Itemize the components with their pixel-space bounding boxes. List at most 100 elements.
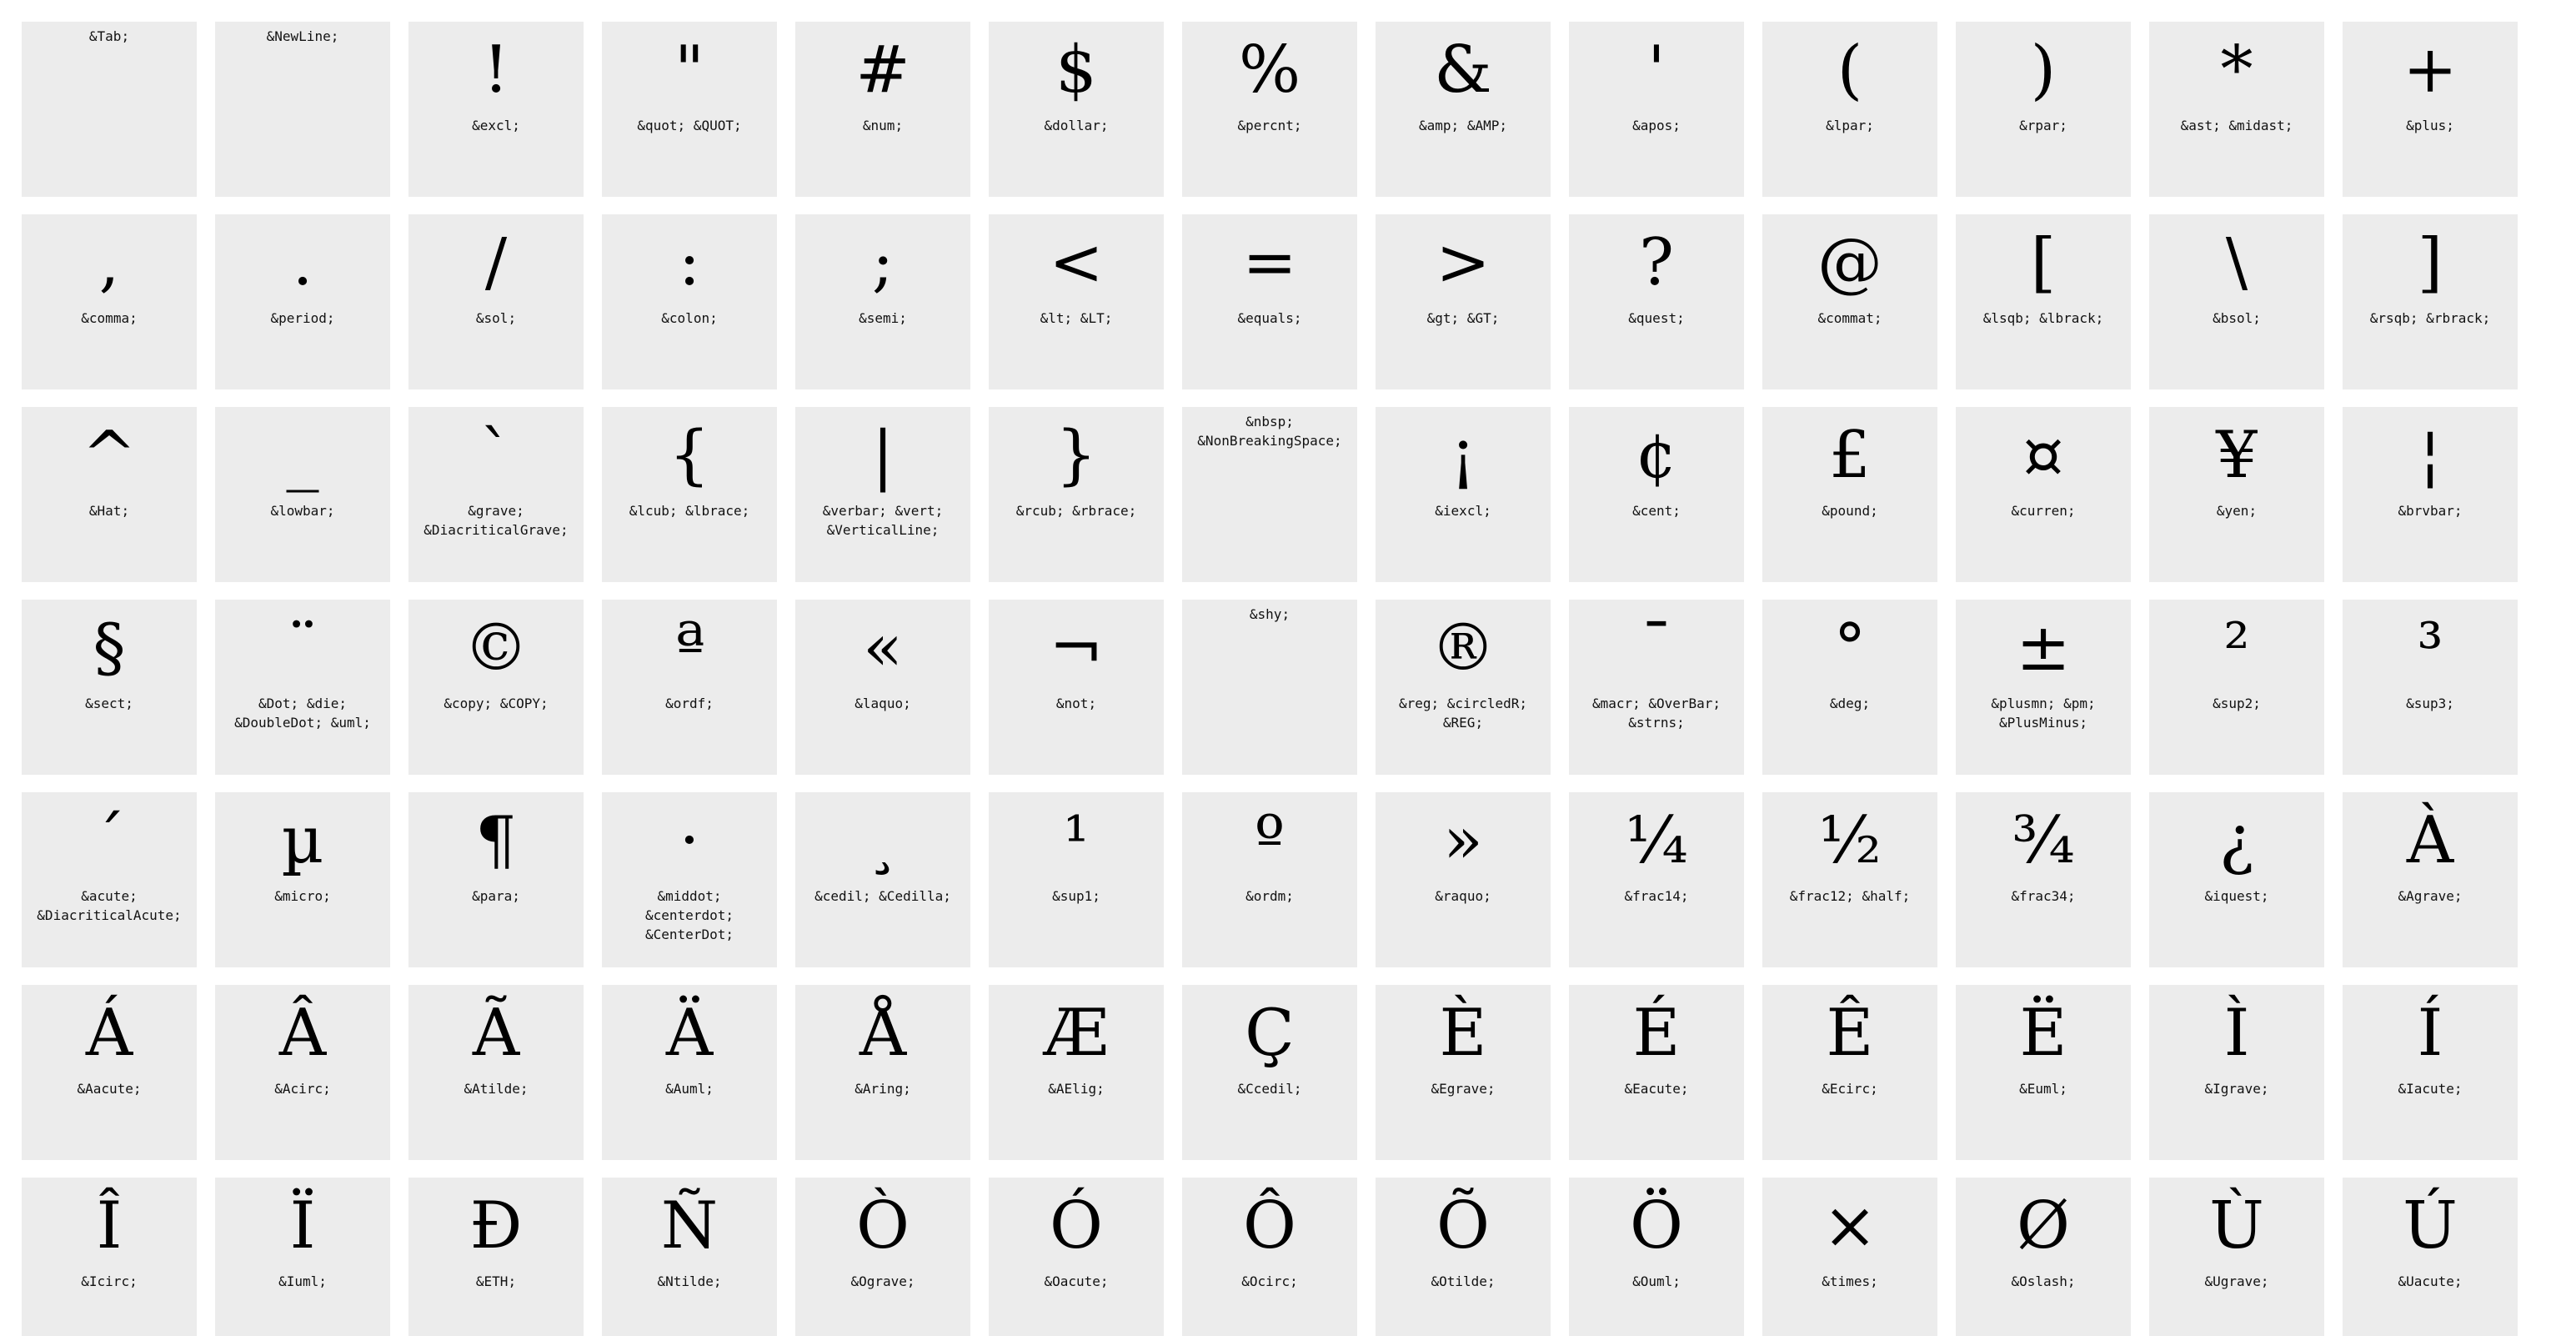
entity-name-line: &Ugrave; bbox=[2204, 1273, 2269, 1289]
entity-glyph: Ä bbox=[665, 996, 714, 1071]
entity-tile: ¡ &iexcl; bbox=[1376, 407, 1551, 582]
entity-tile: &shy; bbox=[1182, 600, 1357, 775]
entity-name-line: &iquest; bbox=[2204, 888, 2269, 904]
entity-names: &raquo; bbox=[1376, 886, 1551, 906]
entity-name-line: &Tab; bbox=[88, 28, 130, 44]
entity-names: &plusmn; &pm; &PlusMinus; bbox=[1956, 694, 2131, 732]
entity-glyph: ¯ bbox=[1640, 610, 1673, 686]
entity-glyph: Õ bbox=[1436, 1188, 1490, 1263]
entity-tile: . &period; bbox=[215, 214, 390, 389]
entity-name-line: &Atilde; bbox=[464, 1081, 529, 1097]
entity-glyph: É bbox=[1632, 996, 1681, 1071]
entity-glyph: Ú bbox=[2403, 1188, 2458, 1263]
entity-name-line: &nbsp; bbox=[1245, 414, 1294, 429]
entity-names: &para; bbox=[408, 886, 584, 906]
entity-names: &Oslash; bbox=[1956, 1272, 2131, 1291]
entity-names: &acute; &DiacriticalAcute; bbox=[22, 886, 197, 925]
entity-names: &cedil; &Cedilla; bbox=[795, 886, 970, 906]
entity-glyph: Æ bbox=[1043, 996, 1110, 1071]
entity-tile: + &plus; bbox=[2343, 22, 2518, 197]
entity-tile: £ &pound; bbox=[1762, 407, 1937, 582]
entity-glyph: º bbox=[1254, 803, 1285, 878]
entity-name-line: &rsqb; &rbrack; bbox=[2369, 310, 2491, 326]
entity-tile: Ò &Ograve; bbox=[795, 1178, 970, 1336]
entity-names: &laquo; bbox=[795, 694, 970, 713]
entity-name-line: &reg; &circledR; bbox=[1398, 696, 1528, 711]
entity-name-line: &Ccedil; bbox=[1237, 1081, 1302, 1097]
entity-names: &semi; bbox=[795, 309, 970, 328]
entity-names: &Ccedil; bbox=[1182, 1079, 1357, 1098]
entity-glyph: Ô bbox=[1243, 1188, 1296, 1263]
entity-name-line: &NewLine; bbox=[266, 28, 339, 44]
entity-tile: / &sol; bbox=[408, 214, 584, 389]
entity-names: &times; bbox=[1762, 1272, 1937, 1291]
entity-tile: © &copy; &COPY; bbox=[408, 600, 584, 775]
entity-tile: ¨ &Dot; &die; &DoubleDot; &uml; bbox=[215, 600, 390, 775]
entity-name-line: &comma; bbox=[81, 310, 138, 326]
entity-tile: º &ordm; bbox=[1182, 792, 1357, 967]
entity-names: &brvbar; bbox=[2343, 501, 2518, 520]
entity-tile: Ã &Atilde; bbox=[408, 985, 584, 1160]
entity-tile: ° &deg; bbox=[1762, 600, 1937, 775]
entity-glyph: Ì bbox=[2223, 996, 2250, 1071]
entity-glyph: . bbox=[292, 225, 313, 300]
entity-tile: &Tab; bbox=[22, 22, 197, 197]
entity-names: &lcub; &lbrace; bbox=[602, 501, 777, 520]
entity-name-line: &quot; &QUOT; bbox=[637, 118, 742, 133]
entity-name-line: &sup1; bbox=[1052, 888, 1100, 904]
entity-tile: ® &reg; &circledR; &REG; bbox=[1376, 600, 1551, 775]
entity-name-line: &raquo; bbox=[1435, 888, 1491, 904]
entity-names: &period; bbox=[215, 309, 390, 328]
entity-tile: &NewLine; bbox=[215, 22, 390, 197]
entity-name-line: &Iacute; bbox=[2398, 1081, 2463, 1097]
entity-name-line: &rcub; &rbrace; bbox=[1015, 503, 1137, 519]
entity-names: &plus; bbox=[2343, 116, 2518, 135]
entity-tile: ¬ &not; bbox=[989, 600, 1164, 775]
entity-glyph: Å bbox=[859, 996, 907, 1071]
entity-glyph: ¶ bbox=[475, 803, 517, 878]
entity-tile: ¯ &macr; &OverBar; &strns; bbox=[1569, 600, 1744, 775]
entity-glyph: ¥ bbox=[2216, 418, 2258, 493]
entity-names: &Aring; bbox=[795, 1079, 970, 1098]
entity-name-line: &Aacute; bbox=[77, 1081, 142, 1097]
entity-name-line: &brvbar; bbox=[2398, 503, 2463, 519]
entity-name-line: &apos; bbox=[1632, 118, 1681, 133]
entity-names: &Auml; bbox=[602, 1079, 777, 1098]
entity-glyph: \ bbox=[2225, 225, 2248, 300]
entity-glyph: ¬ bbox=[1049, 610, 1104, 686]
entity-names: &lpar; bbox=[1762, 116, 1937, 135]
entity-names: &middot; &centerdot; &CenterDot; bbox=[602, 886, 777, 944]
entity-tile: {&lcub; &lbrace; bbox=[602, 407, 777, 582]
entity-name-line: &sol; bbox=[475, 310, 517, 326]
entity-name-line: &frac34; bbox=[2011, 888, 2076, 904]
entity-tile: Ó &Oacute; bbox=[989, 1178, 1164, 1336]
entity-names: &Eacute; bbox=[1569, 1079, 1744, 1098]
entity-name-line: &lpar; bbox=[1826, 118, 1874, 133]
entity-tile: (&lpar; bbox=[1762, 22, 1937, 197]
entity-name-line: &verbar; &vert; bbox=[822, 503, 944, 519]
entity-glyph: < bbox=[1049, 225, 1104, 300]
entity-name-line: &bsol; bbox=[2213, 310, 2261, 326]
entity-name-line: &frac14; bbox=[1624, 888, 1689, 904]
entity-name-line: &middot; bbox=[657, 888, 722, 904]
entity-tile: ¤ &curren; bbox=[1956, 407, 2131, 582]
entity-names: &deg; bbox=[1762, 694, 1937, 713]
entity-name-line: &Oacute; bbox=[1044, 1273, 1109, 1289]
entity-name-line: &cedil; &Cedilla; bbox=[814, 888, 951, 904]
entity-names: &dollar; bbox=[989, 116, 1164, 135]
entity-name-line: &cent; bbox=[1632, 503, 1681, 519]
entity-tile: É &Eacute; bbox=[1569, 985, 1744, 1160]
entity-glyph: Ê bbox=[1826, 996, 1874, 1071]
entity-glyph: § bbox=[93, 610, 126, 686]
entity-name-line: &DoubleDot; &uml; bbox=[234, 715, 371, 731]
entity-tile: À &Agrave; bbox=[2343, 792, 2518, 967]
entity-names: &grave; &DiacriticalGrave; bbox=[408, 501, 584, 540]
entity-name-line: &equals; bbox=[1237, 310, 1302, 326]
entity-names: &macr; &OverBar; &strns; bbox=[1569, 694, 1744, 732]
entity-tile: ) &rpar; bbox=[1956, 22, 2131, 197]
entity-glyph: Ï bbox=[289, 1188, 316, 1263]
entity-name-line: &shy; bbox=[1249, 606, 1291, 622]
entity-name-line: &PlusMinus; bbox=[1999, 715, 2087, 731]
entity-name-line: &Dot; &die; bbox=[258, 696, 347, 711]
entity-name-line: &AElig; bbox=[1048, 1081, 1105, 1097]
